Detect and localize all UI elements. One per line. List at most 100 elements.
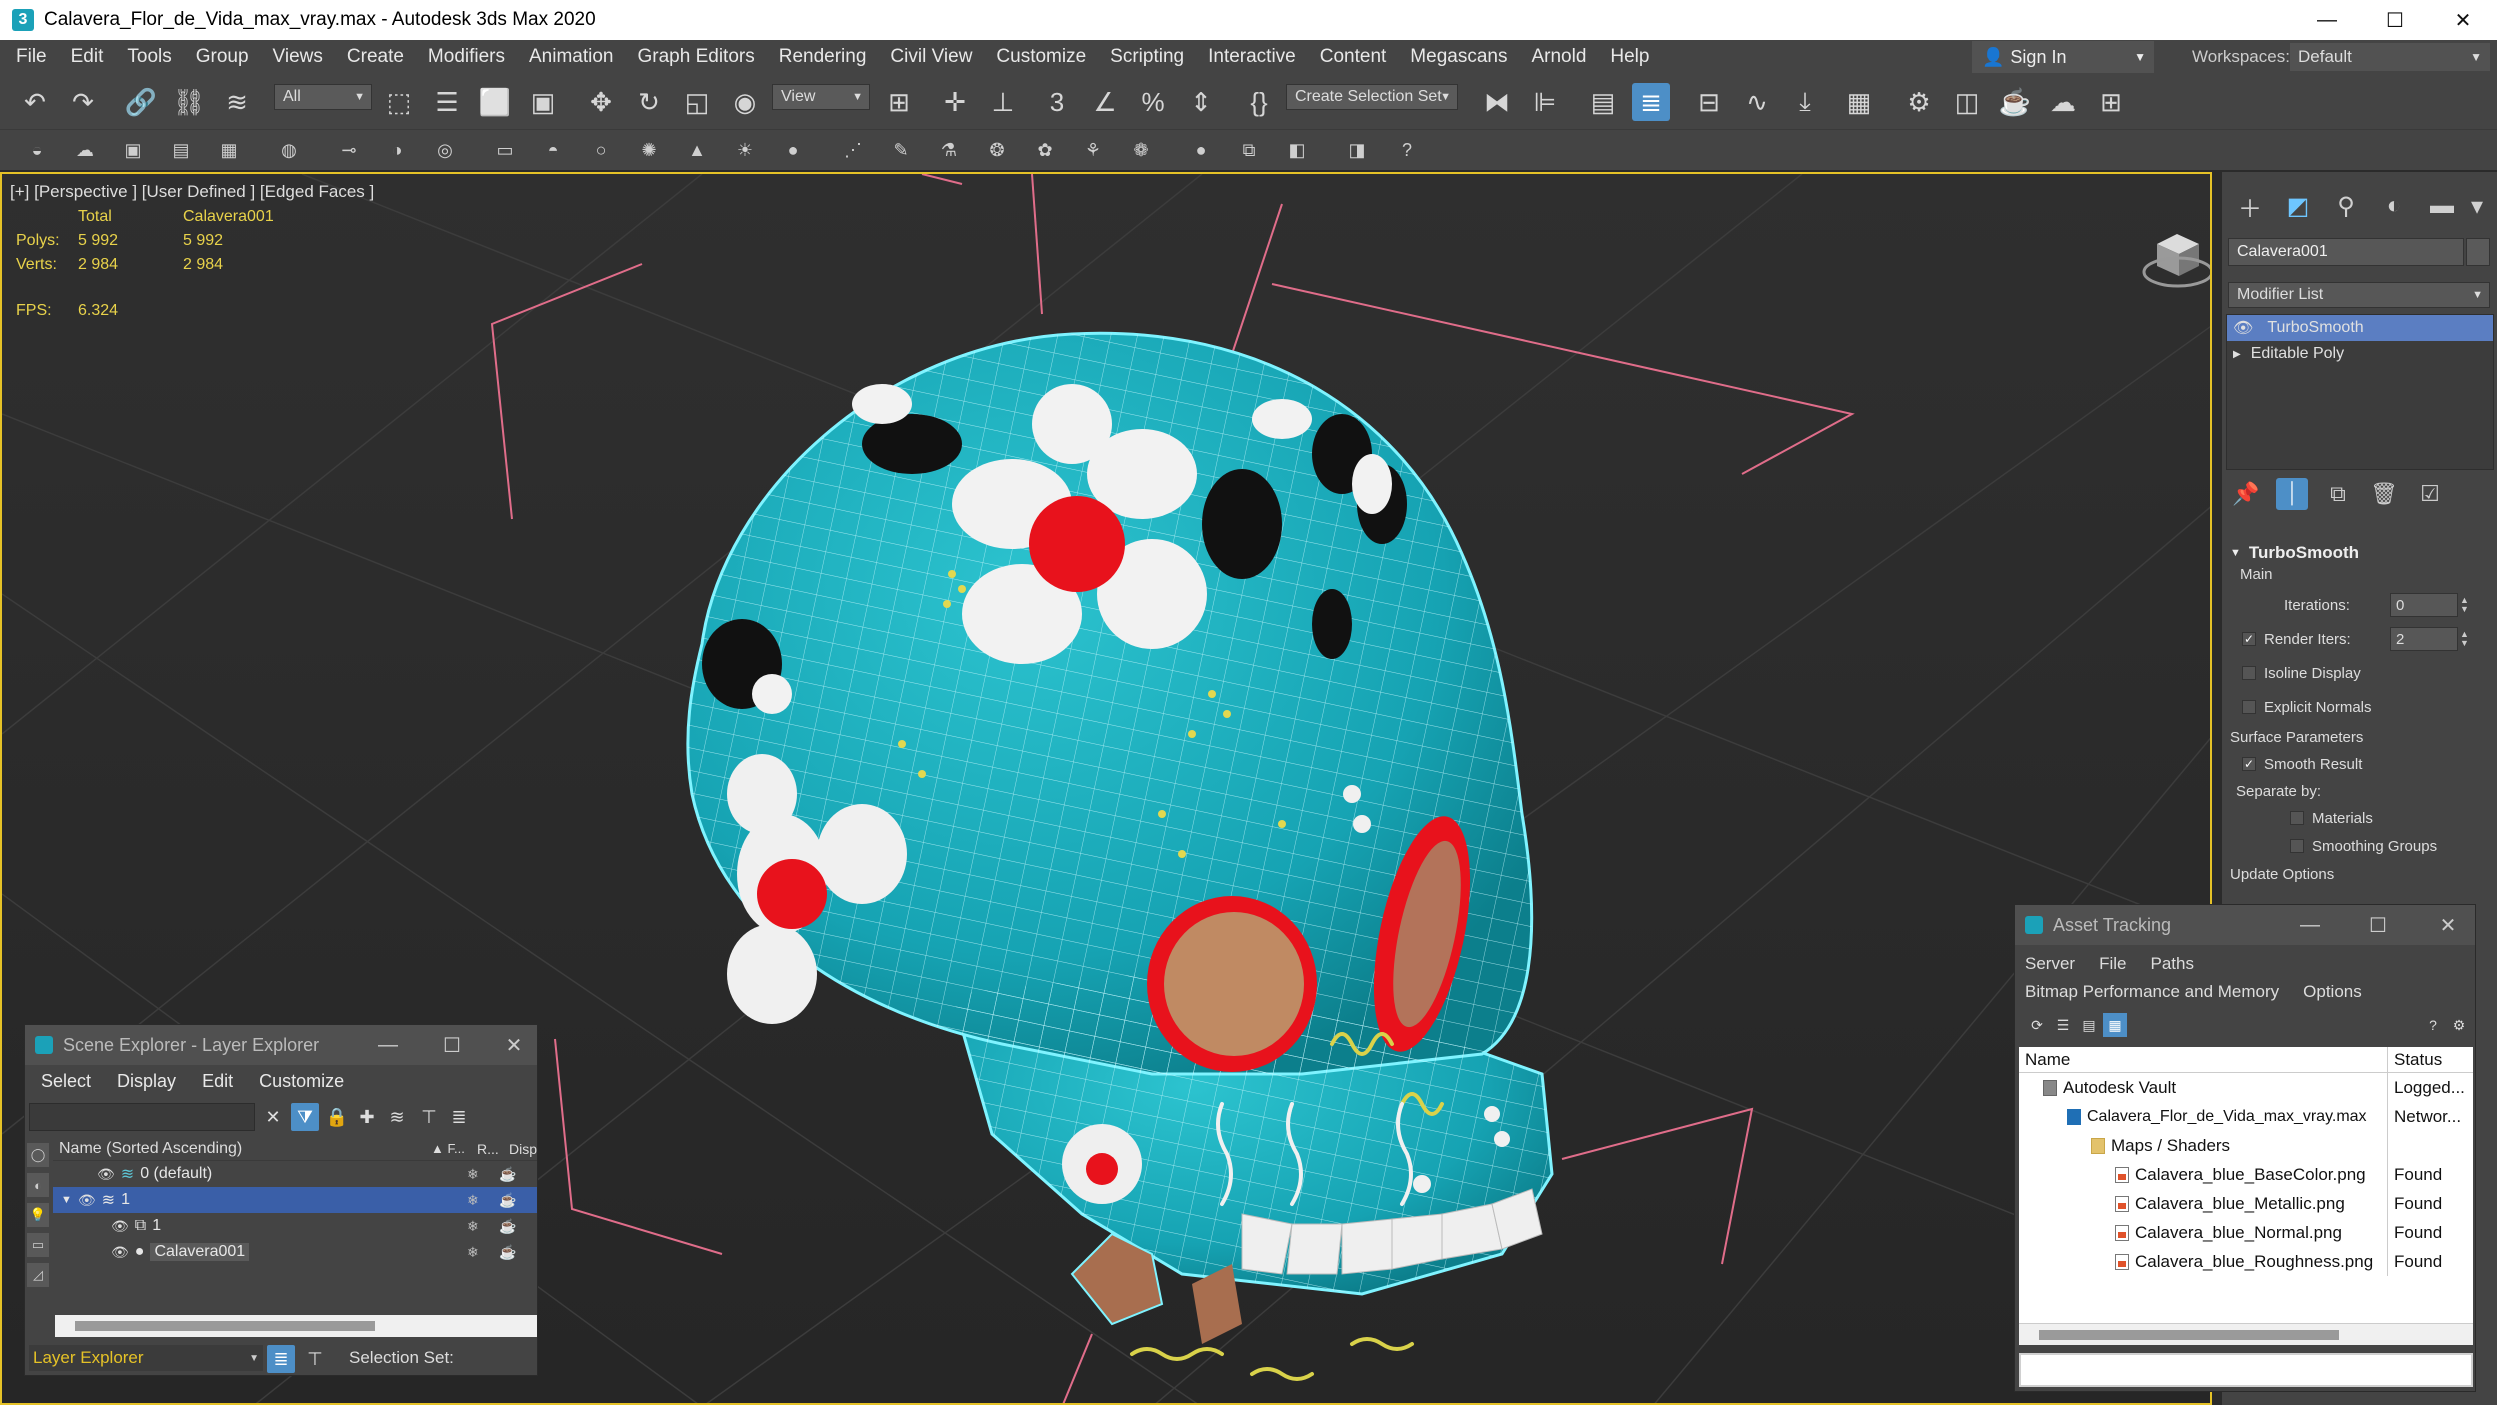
bind-space-warp-icon[interactable]: ≋ [218, 83, 256, 121]
column-display-header[interactable]: Disp [509, 1141, 537, 1157]
freeze-icon[interactable]: ❄ [467, 1244, 479, 1261]
keyboard-shortcut-override-icon[interactable]: ⊥ [984, 83, 1022, 121]
mirror-icon[interactable]: ⧓ [1478, 83, 1516, 121]
se-menu-display[interactable]: Display [117, 1071, 176, 1092]
at-menu-file[interactable]: File [2099, 954, 2126, 974]
pin-stack-icon[interactable]: 📌 [2230, 478, 2262, 510]
vray-proxy-icon[interactable]: ✎ [886, 135, 916, 165]
toggle-ribbon-icon[interactable]: ⊟ [1690, 83, 1728, 121]
scrollbar-thumb[interactable] [2039, 1330, 2339, 1340]
help-icon[interactable]: ? [1392, 135, 1422, 165]
horizontal-scrollbar[interactable] [55, 1315, 537, 1337]
help-icon[interactable]: ? [2421, 1013, 2445, 1037]
select-object-icon[interactable]: ⬚ [380, 83, 418, 121]
vray-bake-icon[interactable]: ⧉ [1234, 135, 1264, 165]
display-helpers-icon[interactable]: ◿ [27, 1263, 49, 1287]
vray-ambient-icon[interactable]: ◎ [430, 135, 460, 165]
object-name-field[interactable]: Calavera001 [2228, 238, 2464, 266]
maximize-button[interactable]: ☐ [2355, 905, 2401, 945]
vray-lister-icon[interactable]: ◧ [1282, 135, 1312, 165]
menu-modifiers[interactable]: Modifiers [428, 46, 505, 68]
at-menu-options[interactable]: Options [2303, 982, 2362, 1002]
freeze-icon[interactable]: ❄ [467, 1192, 479, 1209]
asset-row[interactable]: Calavera_blue_BaseColor.png Found [2019, 1160, 2473, 1189]
menu-file[interactable]: File [16, 46, 47, 68]
object-row[interactable]: 👁 ⧉ 1 ❄ ☕ [53, 1213, 537, 1239]
scrollbar-thumb[interactable] [75, 1321, 375, 1331]
undo-icon[interactable]: ↶ [16, 83, 54, 121]
selection-filter-dropdown[interactable]: All ▼ [274, 84, 372, 110]
utilities-tab-icon[interactable]: ▾ [2462, 186, 2492, 226]
reference-coordinate-dropdown[interactable]: View ▼ [772, 84, 870, 110]
filter-icon[interactable]: ⧩ [291, 1103, 319, 1131]
se-menu-customize[interactable]: Customize [259, 1071, 344, 1092]
search-input[interactable] [29, 1103, 255, 1131]
toggle-layer-explorer-icon[interactable]: ≣ [1632, 83, 1670, 121]
column-status-header[interactable]: Status [2387, 1047, 2473, 1072]
object-color-swatch[interactable] [2466, 238, 2490, 266]
modify-tab-icon[interactable]: ◩ [2278, 186, 2318, 226]
list-view-icon[interactable]: ☰ [2051, 1013, 2075, 1037]
maximize-button[interactable]: ☐ [429, 1025, 475, 1065]
menu-megascans[interactable]: Megascans [1410, 46, 1507, 68]
vray-sun-icon[interactable]: ☀ [730, 135, 760, 165]
display-geometry-icon[interactable]: ◯ [27, 1143, 49, 1167]
asset-row[interactable]: Autodesk Vault Logged... [2019, 1073, 2473, 1102]
iterations-spinner[interactable]: 0 [2390, 593, 2458, 617]
viewport-label-menu[interactable]: [+] [Perspective ] [User Defined ] [Edge… [10, 182, 374, 202]
column-renderable-header[interactable]: R... [477, 1141, 499, 1157]
vray-displacement-icon[interactable]: ⚗ [934, 135, 964, 165]
minimize-button[interactable]: — [365, 1025, 411, 1065]
collapse-icon[interactable]: ▼ [61, 1194, 72, 1206]
display-cameras-icon[interactable]: ▭ [27, 1233, 49, 1257]
settings-icon[interactable]: ⚙ [2447, 1013, 2471, 1037]
sign-in-dropdown[interactable]: 👤 Sign In ▼ [1972, 41, 2154, 73]
menu-group[interactable]: Group [196, 46, 249, 68]
render-teapot-icon[interactable]: ☕ [499, 1244, 516, 1261]
maximize-button[interactable]: ☐ [2361, 0, 2429, 40]
se-menu-select[interactable]: Select [41, 1071, 91, 1092]
object-row[interactable]: 👁 ● Calavera001 ❄ ☕ [53, 1239, 537, 1265]
motion-tab-icon[interactable]: ◐ [2374, 186, 2414, 226]
configure-modifier-sets-icon[interactable]: ☑ [2414, 478, 2446, 510]
display-lights-icon[interactable]: 💡 [27, 1203, 49, 1227]
se-menu-edit[interactable]: Edit [202, 1071, 233, 1092]
menu-help[interactable]: Help [1610, 46, 1649, 68]
vray-settings-icon[interactable]: ▤ [166, 135, 196, 165]
stack-item-turbosmooth[interactable]: 👁 TurboSmooth [2227, 315, 2493, 341]
eye-icon[interactable]: 👁 [111, 1218, 129, 1235]
layer-explorer-toggle-icon[interactable]: ≣ [267, 1345, 295, 1373]
layers-icon[interactable]: ≣ [445, 1103, 473, 1131]
menu-views[interactable]: Views [273, 46, 323, 68]
menu-content[interactable]: Content [1320, 46, 1387, 68]
menu-scripting[interactable]: Scripting [1110, 46, 1184, 68]
menu-edit[interactable]: Edit [71, 46, 104, 68]
vray-dome-light-icon[interactable]: ◓ [538, 135, 568, 165]
refresh-icon[interactable]: ⟳ [2025, 1013, 2049, 1037]
vray-sphere-light-icon[interactable]: ○ [586, 135, 616, 165]
unlink-icon[interactable]: ⛓ [170, 83, 208, 121]
horizontal-scrollbar[interactable] [2019, 1323, 2473, 1345]
minimize-button[interactable]: — [2287, 905, 2333, 945]
vray-sphere-fade-icon[interactable]: ❂ [982, 135, 1012, 165]
link-icon[interactable]: 🔗 [122, 83, 160, 121]
render-teapot-icon[interactable]: ☕ [499, 1192, 516, 1209]
expand-icon[interactable]: ▶ [2233, 349, 2241, 360]
render-in-cloud-icon[interactable]: ☁ [2044, 83, 2082, 121]
vray-volume-icon[interactable]: ❁ [1126, 135, 1156, 165]
vray-fur-icon[interactable]: ⋰ [838, 135, 868, 165]
spinner-arrows-icon[interactable]: ▲ ▼ [2460, 596, 2469, 614]
eye-icon[interactable]: 👁 [111, 1244, 129, 1261]
vray-plane-icon[interactable]: ▭ [490, 135, 520, 165]
display-shapes-icon[interactable]: ◐ [27, 1173, 49, 1197]
layer-row[interactable]: ▼ 👁 ≋ 1 ❄ ☕ [53, 1187, 537, 1213]
isoline-display-checkbox[interactable] [2242, 666, 2256, 680]
menu-graph-editors[interactable]: Graph Editors [638, 46, 755, 68]
at-menu-paths[interactable]: Paths [2150, 954, 2193, 974]
vray-light-lister-icon[interactable]: ◍ [274, 135, 304, 165]
clear-search-icon[interactable]: ✕ [259, 1103, 287, 1131]
at-menu-server[interactable]: Server [2025, 954, 2075, 974]
curve-editor-icon[interactable]: ∿ [1738, 83, 1776, 121]
render-iters-checkbox[interactable]: ✓ [2242, 632, 2256, 646]
sort-icon[interactable]: ⊤ [301, 1345, 329, 1373]
